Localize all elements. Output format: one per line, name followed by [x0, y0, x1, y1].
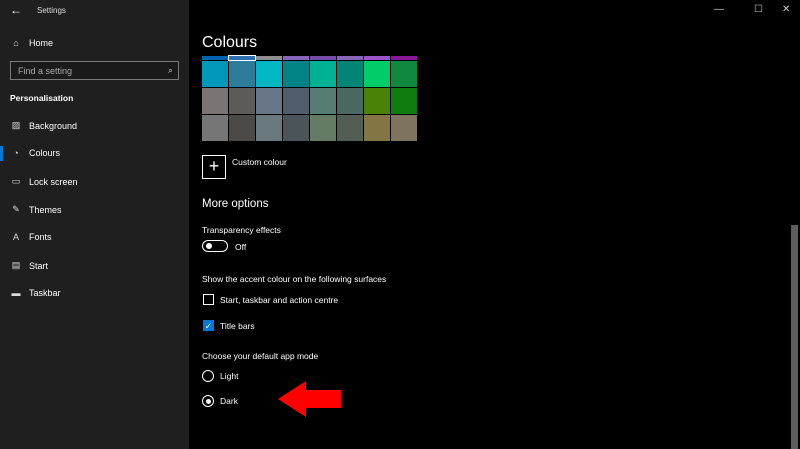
colour-swatch[interactable] — [310, 88, 336, 114]
colour-swatch[interactable] — [283, 115, 309, 141]
scrollbar-thumb[interactable] — [791, 225, 798, 449]
colour-swatch[interactable] — [229, 88, 255, 114]
colour-swatch[interactable] — [391, 88, 417, 114]
dark-mode-label[interactable]: Dark — [220, 396, 238, 406]
lock-screen-icon: ▭ — [11, 176, 21, 186]
sidebar-item-label: Colours — [29, 148, 61, 158]
back-arrow-icon[interactable]: ← — [10, 3, 22, 17]
start-taskbar-label[interactable]: Start, taskbar and action centre — [220, 295, 338, 305]
start-icon: ▤ — [11, 260, 21, 270]
sidebar-item-label: Home — [29, 38, 54, 48]
dark-mode-radio[interactable] — [202, 395, 214, 407]
title-bar: ← Settings — ☐ ✕ — [0, 0, 800, 22]
sidebar-item-label: Background — [29, 120, 78, 131]
custom-colour-button[interactable]: + — [202, 155, 226, 179]
colour-swatch-grid — [202, 55, 417, 141]
sidebar-item-label: Start — [29, 260, 49, 271]
sidebar-item-colours[interactable]: ◔ Colours — [10, 148, 60, 158]
plus-icon: + — [208, 156, 220, 176]
title-bars-checkbox[interactable]: ✓ — [203, 320, 214, 331]
accent-strip-swatch[interactable] — [391, 56, 417, 60]
colour-swatch[interactable] — [229, 61, 255, 87]
window-title: Settings — [37, 6, 66, 15]
minimize-button[interactable]: — — [714, 4, 724, 15]
sidebar-item-start[interactable]: ▤ Start — [10, 260, 48, 271]
colour-swatch[interactable] — [364, 61, 390, 87]
colour-swatch[interactable] — [256, 61, 282, 87]
themes-icon: ✎ — [12, 204, 20, 214]
colour-swatch[interactable] — [364, 88, 390, 114]
colour-swatch[interactable] — [310, 61, 336, 87]
red-arrow-annotation — [278, 381, 341, 417]
colour-swatch[interactable] — [283, 88, 309, 114]
colour-swatch[interactable] — [391, 61, 417, 87]
fonts-icon: A — [12, 232, 19, 242]
picture-icon: ▨ — [11, 120, 21, 130]
accent-strip-swatch[interactable] — [337, 56, 363, 60]
accent-surfaces-label: Show the accent colour on the following … — [202, 274, 387, 284]
accent-strip-swatch[interactable] — [202, 56, 228, 60]
close-button[interactable]: ✕ — [782, 4, 790, 15]
sidebar-item-taskbar[interactable]: ▬ Taskbar — [10, 288, 61, 298]
sidebar-item-background[interactable]: ▨ Background — [10, 120, 77, 131]
search-icon[interactable]: ⌕ — [168, 65, 173, 76]
transparency-toggle[interactable] — [202, 240, 228, 252]
active-indicator — [0, 146, 3, 161]
sidebar-item-themes[interactable]: ✎ Themes — [10, 204, 62, 215]
colour-swatch[interactable] — [337, 88, 363, 114]
colour-swatch[interactable] — [391, 115, 417, 141]
accent-strip-swatch[interactable] — [283, 56, 309, 60]
accent-strip-swatch[interactable] — [228, 55, 256, 61]
transparency-state: Off — [235, 242, 247, 252]
more-options-heading: More options — [202, 198, 269, 210]
section-heading: Personalisation — [10, 93, 74, 103]
colour-swatch[interactable] — [202, 115, 228, 141]
start-taskbar-checkbox[interactable] — [203, 294, 214, 305]
colour-swatch[interactable] — [337, 115, 363, 141]
page-title: Colours — [202, 34, 258, 51]
colour-swatch[interactable] — [310, 115, 336, 141]
colour-swatch[interactable] — [283, 61, 309, 87]
colour-swatch[interactable] — [256, 88, 282, 114]
palette-icon: ◔ — [13, 148, 19, 158]
colour-swatch[interactable] — [229, 115, 255, 141]
sidebar-item-label: Lock screen — [29, 176, 78, 187]
colour-swatch[interactable] — [337, 61, 363, 87]
custom-colour-label[interactable]: Custom colour — [232, 157, 287, 167]
sidebar-item-label: Fonts — [29, 232, 52, 242]
sidebar-item-fonts[interactable]: A Fonts — [10, 232, 52, 242]
home-icon: ⌂ — [13, 38, 19, 48]
colour-swatch[interactable] — [202, 88, 228, 114]
sidebar-item-home[interactable]: ⌂ Home — [10, 38, 53, 48]
checkmark-icon: ✓ — [204, 321, 213, 331]
search-input[interactable]: Find a setting ⌕ — [10, 61, 179, 80]
accent-strip-swatch[interactable] — [364, 56, 390, 60]
colour-swatch[interactable] — [364, 115, 390, 141]
light-mode-radio[interactable] — [202, 370, 214, 382]
sidebar-item-label: Taskbar — [29, 288, 61, 298]
accent-strip-swatch[interactable] — [310, 56, 336, 60]
sidebar-item-label: Themes — [29, 204, 62, 215]
scrollbar[interactable] — [789, 22, 800, 449]
colour-swatch[interactable] — [256, 115, 282, 141]
accent-strip-swatch[interactable] — [256, 56, 282, 60]
transparency-label: Transparency effects — [202, 225, 281, 235]
app-mode-label: Choose your default app mode — [202, 351, 319, 361]
colour-swatch[interactable] — [202, 61, 228, 87]
search-placeholder: Find a setting — [18, 66, 73, 76]
light-mode-label[interactable]: Light — [220, 371, 238, 381]
sidebar-item-lock-screen[interactable]: ▭ Lock screen — [10, 176, 78, 187]
maximize-button[interactable]: ☐ — [754, 4, 763, 15]
taskbar-icon: ▬ — [11, 288, 21, 298]
title-bars-label[interactable]: Title bars — [220, 321, 255, 331]
